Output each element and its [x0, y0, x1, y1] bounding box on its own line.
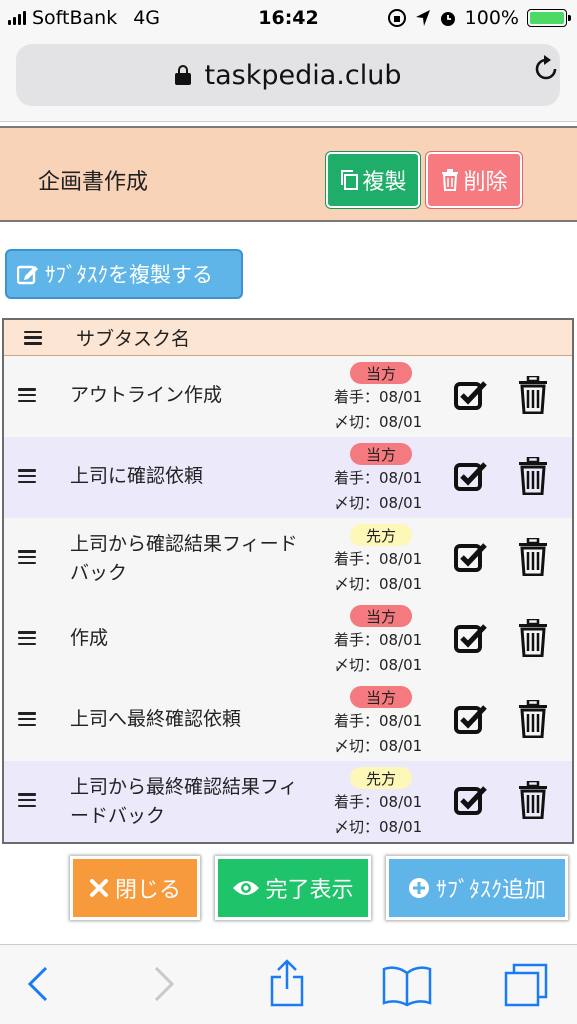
- orientation-lock-icon: [387, 9, 406, 27]
- bookmarks-icon[interactable]: [382, 965, 432, 1007]
- plus-circle-icon: [408, 878, 429, 898]
- forward-icon[interactable]: [152, 965, 176, 1003]
- duplicate-subtasks-button[interactable]: ｻﾌﾞﾀｽｸを複製する: [5, 249, 243, 299]
- drag-handle-icon[interactable]: [18, 712, 36, 726]
- subtask-name: 上司から最終確認結果フィードバック: [70, 776, 298, 827]
- alarm-icon: [440, 12, 455, 26]
- complete-check-icon[interactable]: [454, 704, 488, 736]
- table-row[interactable]: アウトライン作成 当方 着手：08/01 〆切：08/01: [4, 356, 572, 437]
- subtask-table: サブタスク名 アウトライン作成 当方 着手：08/01 〆切：08/01 上司に…: [2, 318, 574, 844]
- complete-check-icon[interactable]: [454, 542, 488, 574]
- complete-check-icon[interactable]: [454, 623, 488, 655]
- complete-check-icon[interactable]: [454, 380, 488, 412]
- battery-icon: [527, 9, 571, 27]
- assignee-badge: 当方: [350, 362, 412, 384]
- due-date: 〆切：08/01: [334, 494, 423, 512]
- subtask-name: 上司から確認結果フィードバック: [70, 533, 298, 584]
- assignee-badge: 当方: [350, 605, 412, 627]
- subtask-name: アウトライン作成: [70, 384, 223, 406]
- due-date: 〆切：08/01: [334, 413, 423, 431]
- close-icon: [89, 879, 108, 897]
- add-subtask-label: ｻﾌﾞﾀｽｸ追加: [435, 878, 546, 903]
- trash-icon[interactable]: [518, 700, 548, 738]
- close-label: 閉じる: [114, 878, 181, 903]
- trash-icon[interactable]: [518, 376, 548, 414]
- drag-handle-icon[interactable]: [18, 793, 36, 807]
- status-right: 100%: [387, 7, 571, 29]
- show-completed-button[interactable]: 完了表示: [215, 856, 371, 920]
- task-title: 企画書作成: [38, 170, 149, 195]
- back-icon[interactable]: [26, 965, 50, 1003]
- start-date: 着手：08/01: [334, 388, 423, 406]
- lock-icon: [174, 65, 191, 85]
- battery-percent: 100%: [464, 7, 519, 29]
- show-completed-label: 完了表示: [265, 878, 354, 903]
- delete-label: 削除: [463, 170, 508, 195]
- drag-handle-icon[interactable]: [18, 550, 36, 564]
- table-row[interactable]: 上司へ最終確認依頼 当方 着手：08/01 〆切：08/01: [4, 680, 572, 761]
- drag-handle-icon[interactable]: [18, 631, 36, 645]
- eye-icon: [233, 881, 260, 895]
- due-date: 〆切：08/01: [334, 575, 423, 593]
- page: SoftBank 4G 16:42 100% taskpedia.club 企画…: [0, 0, 577, 1024]
- reload-icon[interactable]: [531, 54, 561, 91]
- page-content: 企画書作成 複製 削除 ｻﾌﾞﾀｽｸを複製する サブタスク名 アウトライン作成 …: [0, 122, 577, 944]
- subtask-name: 上司に確認依頼: [70, 465, 204, 487]
- edit-icon: [17, 265, 38, 285]
- column-header-name: サブタスク名: [76, 328, 191, 350]
- tabs-icon[interactable]: [504, 963, 548, 1007]
- due-date: 〆切：08/01: [334, 737, 423, 755]
- drag-handle-icon[interactable]: [18, 469, 36, 483]
- complete-check-icon[interactable]: [454, 461, 488, 493]
- assignee-badge: 当方: [350, 686, 412, 708]
- assignee-badge: 当方: [350, 443, 412, 465]
- location-icon: [415, 10, 430, 26]
- assignee-badge: 先方: [350, 524, 412, 546]
- table-row[interactable]: 作成 当方 着手：08/01 〆切：08/01: [4, 599, 572, 680]
- trash-icon[interactable]: [518, 781, 548, 819]
- start-date: 着手：08/01: [334, 793, 423, 811]
- due-date: 〆切：08/01: [334, 656, 423, 674]
- complete-check-icon[interactable]: [454, 785, 488, 817]
- table-header: サブタスク名: [4, 320, 572, 356]
- drag-handle-icon[interactable]: [18, 388, 36, 402]
- trash-icon: [442, 169, 459, 191]
- browser-chrome: taskpedia.club: [0, 38, 577, 122]
- copy-task-button[interactable]: 複製: [326, 152, 420, 208]
- close-button[interactable]: 閉じる: [70, 856, 200, 920]
- browser-toolbar: [0, 944, 577, 1024]
- start-date: 着手：08/01: [334, 469, 423, 487]
- table-row[interactable]: 上司から最終確認結果フィードバック 先方 着手：08/01 〆切：08/01: [4, 761, 572, 842]
- trash-icon[interactable]: [518, 538, 548, 576]
- delete-task-button[interactable]: 削除: [426, 152, 522, 208]
- subtask-name: 作成: [70, 627, 109, 649]
- subtask-name: 上司へ最終確認依頼: [70, 708, 242, 730]
- add-subtask-button[interactable]: ｻﾌﾞﾀｽｸ追加: [386, 856, 568, 920]
- assignee-badge: 先方: [350, 767, 412, 789]
- start-date: 着手：08/01: [334, 631, 423, 649]
- trash-icon[interactable]: [518, 457, 548, 495]
- duplicate-label: ｻﾌﾞﾀｽｸを複製する: [45, 263, 213, 287]
- share-icon[interactable]: [268, 959, 306, 1007]
- copy-label: 複製: [362, 170, 407, 195]
- copy-icon: [341, 170, 359, 190]
- address-bar[interactable]: taskpedia.club: [16, 44, 560, 106]
- trash-icon[interactable]: [518, 619, 548, 657]
- task-header: 企画書作成 複製 削除: [0, 126, 577, 222]
- menu-icon[interactable]: [24, 330, 42, 345]
- due-date: 〆切：08/01: [334, 818, 423, 836]
- start-date: 着手：08/01: [334, 550, 423, 568]
- table-row[interactable]: 上司から確認結果フィードバック 先方 着手：08/01 〆切：08/01: [4, 518, 572, 599]
- start-date: 着手：08/01: [334, 712, 423, 730]
- status-bar: SoftBank 4G 16:42 100%: [0, 0, 577, 38]
- url-text: taskpedia.club: [204, 59, 402, 91]
- table-row[interactable]: 上司に確認依頼 当方 着手：08/01 〆切：08/01: [4, 437, 572, 518]
